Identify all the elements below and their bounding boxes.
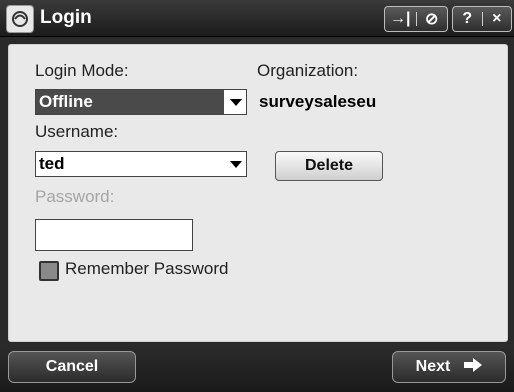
next-button[interactable]: Next	[392, 351, 506, 383]
username-label: Username:	[35, 122, 119, 141]
sync-icon[interactable]: →|	[385, 7, 416, 31]
title-bar: Login →| ⊘ ? ×	[0, 0, 514, 37]
window-title: Login	[40, 7, 92, 28]
login-mode-value: Offline	[36, 90, 224, 114]
cancel-button[interactable]: Cancel	[8, 351, 136, 383]
login-mode-select[interactable]: Offline	[35, 89, 247, 115]
password-input[interactable]	[35, 219, 193, 251]
login-mode-label: Login Mode:	[35, 61, 129, 80]
login-form-panel: Login Mode: Organization: Offline survey…	[8, 44, 508, 342]
chevron-down-icon[interactable]	[230, 99, 242, 106]
username-select[interactable]: ted	[35, 151, 247, 177]
remember-password-checkbox[interactable]	[39, 261, 59, 281]
username-value: ted	[39, 154, 65, 173]
title-help-close-group: ? ×	[452, 6, 512, 32]
delete-button[interactable]: Delete	[275, 151, 383, 181]
block-icon[interactable]: ⊘	[417, 7, 448, 31]
password-label: Password:	[35, 187, 115, 206]
softkey-bar: Cancel Next	[0, 344, 514, 392]
arrow-right-icon	[464, 357, 483, 377]
next-label: Next	[415, 358, 451, 375]
title-action-group: →| ⊘	[384, 6, 448, 32]
organization-value: surveysaleseu	[259, 92, 377, 111]
help-button[interactable]: ?	[453, 7, 482, 31]
app-logo-icon[interactable]	[6, 5, 34, 33]
close-button[interactable]: ×	[483, 7, 512, 31]
organization-label: Organization:	[257, 61, 359, 80]
cancel-label: Cancel	[45, 358, 99, 375]
remember-password-label[interactable]: Remember Password	[65, 259, 228, 279]
chevron-down-icon[interactable]	[230, 161, 242, 168]
